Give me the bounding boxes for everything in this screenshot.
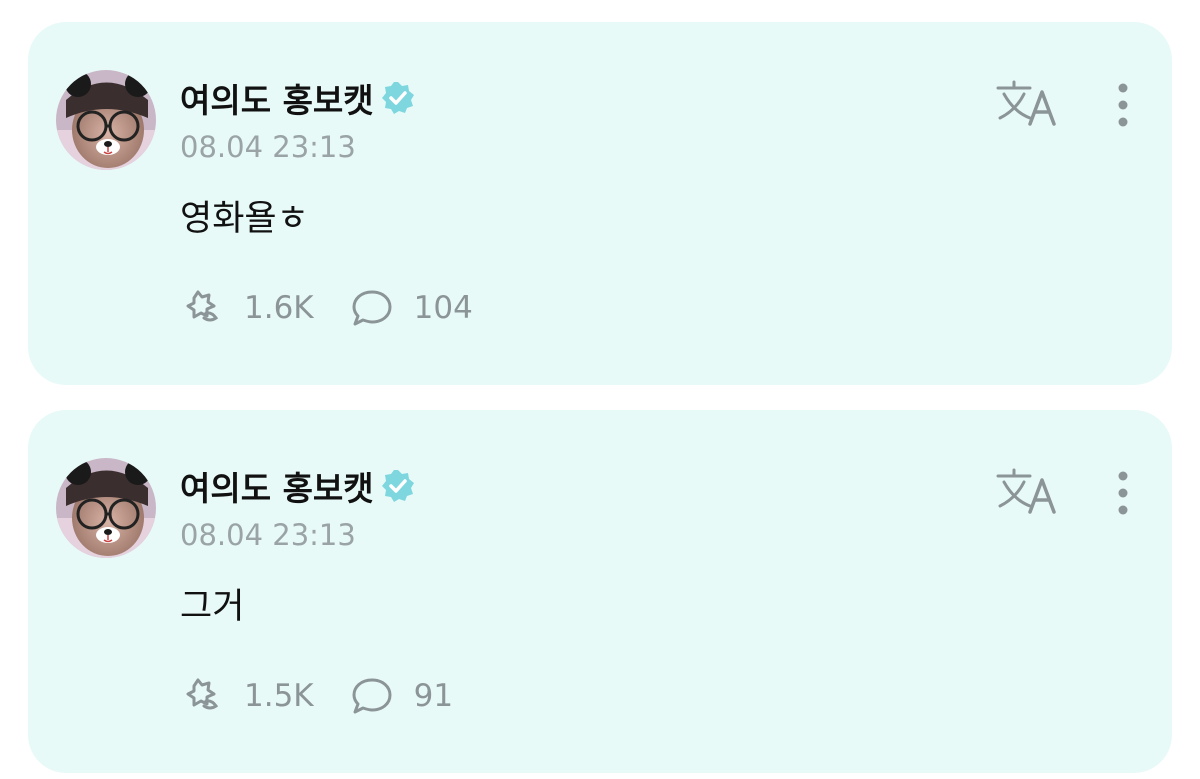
- more-options-button[interactable]: [1108, 468, 1138, 518]
- post-timestamp: 08.04 23:13: [180, 130, 356, 164]
- comment-bubble-icon: [350, 286, 394, 330]
- avatar[interactable]: [56, 458, 156, 558]
- comment-button[interactable]: 91: [350, 674, 453, 718]
- comment-count: 104: [413, 290, 473, 326]
- post-card[interactable]: 여의도 홍보캣 08.04 23:13 영화욜ㅎ 1.6K 104: [28, 22, 1172, 385]
- post-text: 영화욜ㅎ: [180, 199, 309, 239]
- post-actions: 1.6K 104: [180, 284, 509, 332]
- translate-icon: [996, 80, 1056, 126]
- post-actions: 1.5K 91: [180, 672, 489, 720]
- translate-button[interactable]: [994, 466, 1062, 518]
- like-count: 1.6K: [244, 290, 314, 326]
- post-feed: 여의도 홍보캣 08.04 23:13 영화욜ㅎ 1.6K 104 여의도 홍보…: [0, 0, 1200, 779]
- avatar[interactable]: [56, 70, 156, 170]
- post-card[interactable]: 여의도 홍보캣 08.04 23:13 그거 1.5K 91: [28, 410, 1172, 773]
- author-row: 여의도 홍보캣: [180, 74, 416, 122]
- like-count: 1.5K: [244, 678, 314, 714]
- avatar-bear-filter-icon: [56, 70, 156, 170]
- like-button[interactable]: 1.6K: [180, 286, 314, 330]
- avatar-bear-filter-icon: [56, 458, 156, 558]
- more-vertical-icon: [1118, 83, 1128, 127]
- translate-button[interactable]: [994, 78, 1062, 130]
- post-timestamp: 08.04 23:13: [180, 518, 356, 552]
- post-text: 그거: [180, 587, 245, 627]
- verified-badge-icon: [380, 468, 416, 504]
- more-vertical-icon: [1118, 471, 1128, 515]
- like-button[interactable]: 1.5K: [180, 674, 314, 718]
- comment-bubble-icon: [350, 674, 394, 718]
- heart-star-icon: [180, 674, 224, 718]
- comment-count: 91: [413, 678, 454, 714]
- comment-button[interactable]: 104: [350, 286, 473, 330]
- author-row: 여의도 홍보캣: [180, 462, 416, 510]
- translate-icon: [996, 468, 1056, 514]
- author-name[interactable]: 여의도 홍보캣: [180, 462, 374, 510]
- more-options-button[interactable]: [1108, 80, 1138, 130]
- verified-badge-icon: [380, 80, 416, 116]
- heart-star-icon: [180, 286, 224, 330]
- author-name[interactable]: 여의도 홍보캣: [180, 74, 374, 122]
